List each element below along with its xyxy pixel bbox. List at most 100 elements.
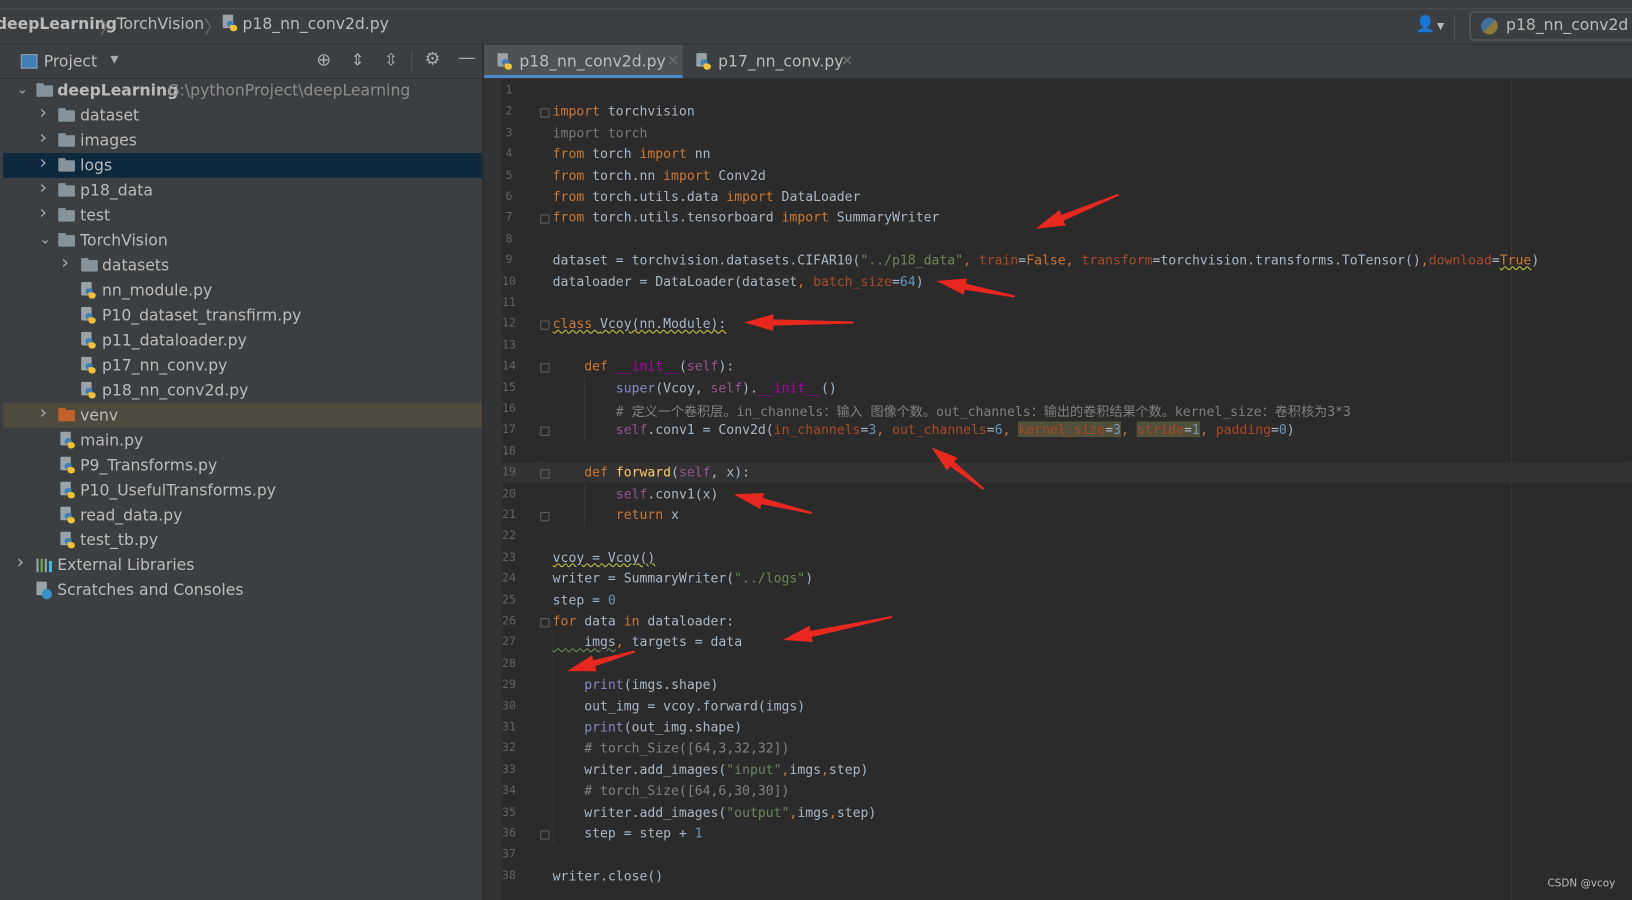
code-line[interactable]: # 定义一个卷积层。in_channels：输入 图像个数。out_channe… xyxy=(553,401,1351,421)
chevron-right-icon[interactable]: › xyxy=(40,176,47,201)
divider xyxy=(1453,14,1456,40)
tab-p17-nn-conv[interactable]: p17_nn_conv.py ✕ xyxy=(683,45,860,78)
code-token: = xyxy=(892,273,900,289)
tree-item[interactable]: ⌄ deepLearning G:\pythonProject\deepLearni… xyxy=(3,78,482,103)
code-line[interactable]: class Vcoy(nn.Module): xyxy=(553,316,727,332)
tree-item[interactable]: › logs xyxy=(3,151,482,178)
line-number: 6 xyxy=(505,189,513,203)
fold-marker-icon[interactable] xyxy=(540,214,550,225)
code-line[interactable]: def __init__(self): xyxy=(553,358,734,374)
tree-item[interactable]: › test xyxy=(3,201,482,228)
code-line[interactable]: super(Vcoy, self).__init__() xyxy=(553,379,837,395)
code-line[interactable]: step = 0 xyxy=(553,592,616,608)
project-view-select[interactable]: Project xyxy=(44,52,97,71)
tree-item[interactable]: › p18_data xyxy=(3,176,482,203)
code-line[interactable]: # torch_Size([64,3,32,32]) xyxy=(553,740,789,756)
code-line[interactable]: vcoy = Vcoy() xyxy=(553,549,656,565)
fold-marker-icon[interactable] xyxy=(540,427,550,437)
code-token: in xyxy=(623,612,648,629)
expand-all-icon[interactable]: ⇕ xyxy=(351,50,365,70)
code-line[interactable]: writer.add_images("output",imgs,step) xyxy=(553,804,876,820)
fold-marker-icon[interactable] xyxy=(540,618,550,628)
code-token: (out_img.shape) xyxy=(623,718,743,735)
code-line[interactable]: def forward(self, x): xyxy=(553,464,750,480)
breadcrumb-folder[interactable]: TorchVision xyxy=(117,15,205,34)
code-line[interactable]: # torch_Size([64,6,30,30]) xyxy=(553,783,789,799)
tree-item[interactable]: P10_dataset_transfirm.py xyxy=(3,303,482,328)
run-configuration-label: p18_nn_conv2d xyxy=(1506,15,1629,35)
code-token: Vcoy(nn.Module): xyxy=(600,315,727,332)
code-line[interactable]: writer.close() xyxy=(553,868,663,884)
code-line[interactable]: self.conv1 = Conv2d(in_channels = 3, out_c… xyxy=(553,421,1295,438)
chevron-down-icon[interactable]: ⌄ xyxy=(40,228,51,253)
tree-item[interactable]: › images xyxy=(3,126,482,153)
code-line[interactable]: self.conv1(x) xyxy=(553,485,719,501)
code-token: x xyxy=(671,506,679,523)
code-line[interactable]: import torch xyxy=(553,125,648,141)
tree-item[interactable]: › dataset xyxy=(3,101,482,128)
tab-p18-nn-conv2d[interactable]: p18_nn_conv2d.py ✕ xyxy=(483,44,683,79)
code-line[interactable]: from torch.utils.data import DataLoader xyxy=(553,188,861,204)
tree-item[interactable]: p11_dataloader.py xyxy=(3,328,482,353)
chevron-right-icon[interactable]: › xyxy=(40,101,47,126)
watermark: CSDN @vcoy xyxy=(1547,878,1616,890)
code-line[interactable]: out_img = vcoy.forward(imgs) xyxy=(553,698,805,714)
minimize-icon[interactable]: — xyxy=(458,48,476,69)
account-button[interactable]: 👤 ▼ xyxy=(1415,15,1448,36)
close-tab-icon[interactable]: ✕ xyxy=(841,45,853,78)
code-line[interactable]: writer.add_images("input",imgs,step) xyxy=(553,761,868,777)
breadcrumb-file[interactable]: p18_nn_conv2d.py xyxy=(243,15,389,34)
code-line[interactable]: from torch import nn xyxy=(553,146,711,162)
tree-item[interactable]: P9_Transforms.py xyxy=(3,453,482,478)
tree-item[interactable]: › datasets xyxy=(3,251,482,278)
fold-marker-icon[interactable] xyxy=(540,511,550,522)
tree-item[interactable]: › venv xyxy=(3,401,482,428)
divider xyxy=(411,50,413,72)
tree-item[interactable]: ⌄ TorchVision xyxy=(3,228,482,253)
code-token: , xyxy=(797,273,814,289)
tree-item[interactable]: P10_UsefulTransforms.py xyxy=(3,478,482,503)
code-line[interactable]: print(out_img.shape) xyxy=(553,719,742,735)
code-line[interactable]: print(imgs.shape) xyxy=(553,677,718,693)
tree-item[interactable]: Scratches and Consoles xyxy=(3,577,482,602)
tree-item[interactable]: main.py xyxy=(3,428,482,453)
run-configuration-select[interactable]: p18_nn_conv2d xyxy=(1469,11,1632,41)
code-line[interactable]: from torch.utils.tensorboard import Summ… xyxy=(553,210,940,226)
line-number: 36 xyxy=(502,826,516,840)
gear-icon[interactable]: ⚙ xyxy=(425,49,441,70)
fold-marker-icon[interactable] xyxy=(540,108,550,118)
collapse-all-icon[interactable]: ⇳ xyxy=(384,50,398,70)
chevron-right-icon[interactable]: › xyxy=(40,151,47,176)
code-line[interactable]: for data in dataloader: xyxy=(553,613,735,629)
chevron-right-icon[interactable]: › xyxy=(40,126,47,151)
chevron-right-icon[interactable]: › xyxy=(61,251,68,276)
fold-marker-icon[interactable] xyxy=(540,320,550,331)
code-line[interactable]: writer = SummaryWriter("../logs") xyxy=(553,570,813,586)
code-line[interactable]: dataloader = DataLoader(dataset, batch_s… xyxy=(553,273,924,289)
tree-item[interactable]: nn_module.py xyxy=(3,278,482,303)
fold-marker-icon[interactable] xyxy=(540,363,550,373)
code-line[interactable]: step = step + 1 xyxy=(553,825,702,841)
chevron-down-icon[interactable]: ▼ xyxy=(110,54,118,65)
tree-item[interactable]: p18_nn_conv2d.py xyxy=(3,378,482,403)
locate-icon[interactable]: ⊕ xyxy=(316,50,331,71)
chevron-down-icon[interactable]: ⌄ xyxy=(17,78,28,103)
code-line[interactable]: return x xyxy=(553,507,679,523)
code-token: = xyxy=(986,421,995,438)
fold-marker-icon[interactable] xyxy=(540,469,550,479)
code-line[interactable]: dataset = torchvision.datasets.CIFAR10("… xyxy=(553,252,1540,268)
code-line[interactable]: imgs, targets = data xyxy=(553,634,742,650)
chevron-right-icon[interactable]: › xyxy=(40,201,47,226)
tree-item[interactable]: test_tb.py xyxy=(3,528,482,553)
close-tab-icon[interactable]: ✕ xyxy=(667,45,679,78)
tree-item[interactable]: p17_nn_conv.py xyxy=(3,353,482,378)
chevron-right-icon[interactable]: › xyxy=(17,550,24,575)
line-number: 32 xyxy=(502,741,516,755)
tree-item[interactable]: read_data.py xyxy=(3,503,482,528)
code-token: = xyxy=(1018,251,1027,268)
code-line[interactable]: import torchvision xyxy=(553,103,695,119)
chevron-right-icon[interactable]: › xyxy=(40,401,47,426)
fold-marker-icon[interactable] xyxy=(540,830,550,840)
tree-item[interactable]: › External Libraries xyxy=(3,550,482,578)
code-line[interactable]: from torch.nn import Conv2d xyxy=(553,167,766,183)
